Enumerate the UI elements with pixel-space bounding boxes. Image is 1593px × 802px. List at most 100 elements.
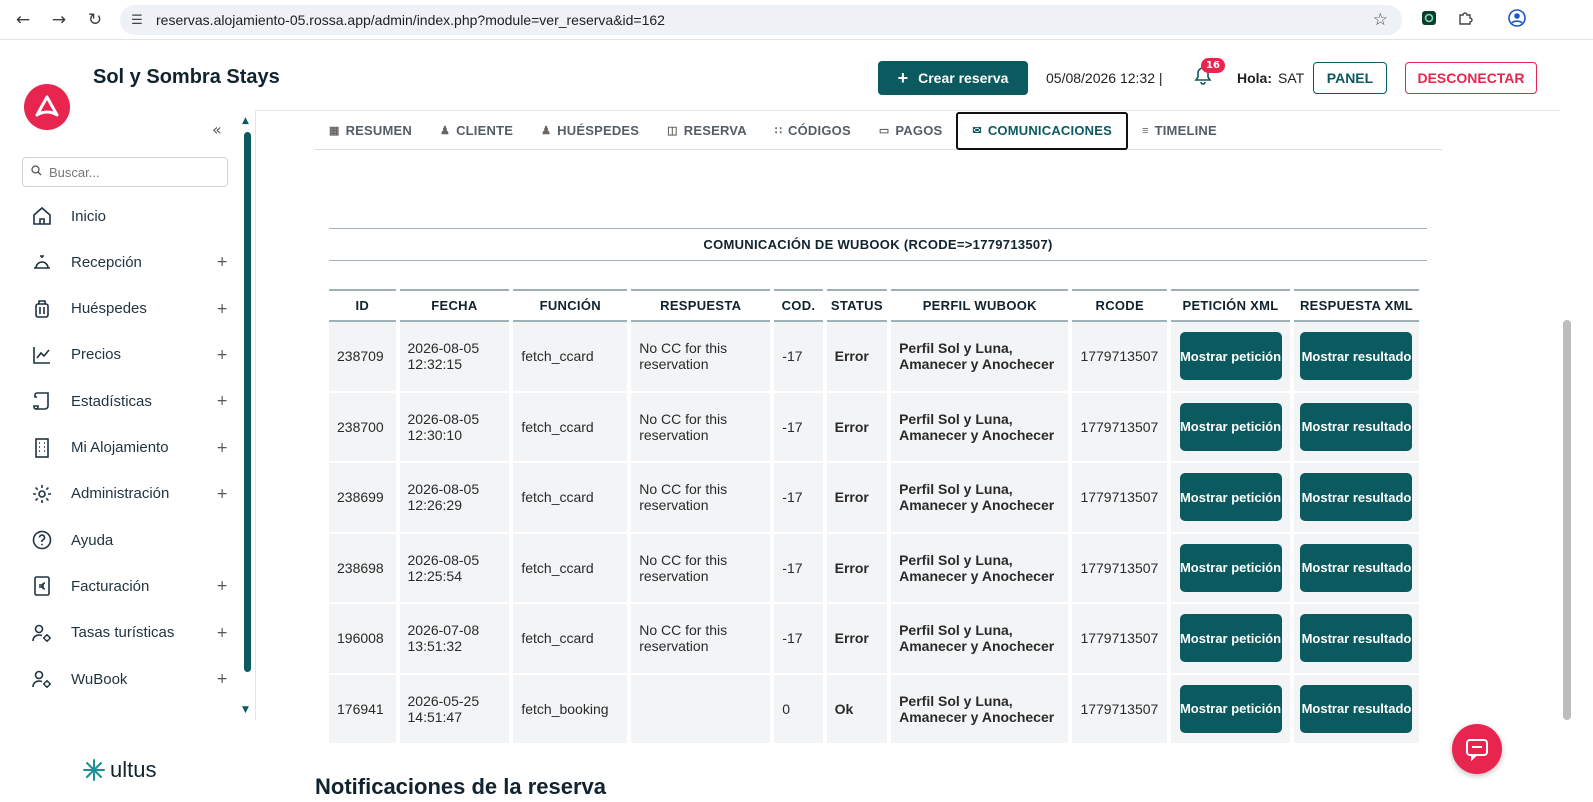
rcode-link[interactable]: 1779713507 xyxy=(1072,392,1168,463)
column-header[interactable]: RCODE xyxy=(1072,289,1168,322)
status-badge: Error xyxy=(826,392,888,463)
expand-plus-icon[interactable]: + xyxy=(216,671,228,687)
cell-request-xml: Mostrar petición xyxy=(1171,533,1290,604)
reservation-tabs: ▦ RESUMEN ♟ CLIENTE ♟ HUÉSPEDES ◫ RESERVA ∷ CÓDIG… xyxy=(315,111,1442,150)
expand-plus-icon[interactable]: + xyxy=(216,625,228,641)
sidebar-item-ayuda[interactable]: Ayuda xyxy=(28,525,228,555)
sidebar-scroll-down-icon[interactable]: ▼ xyxy=(242,705,249,715)
communications-title: COMUNICACIÓN DE WUBOOK (RCODE=>177971350… xyxy=(329,228,1427,261)
column-header[interactable]: RESPUESTA xyxy=(631,289,771,322)
sidebar-item-recepción[interactable]: Recepción + xyxy=(28,247,228,277)
site-settings-icon[interactable]: ☰ xyxy=(126,13,148,28)
sidebar-item-estadísticas[interactable]: Estadísticas + xyxy=(28,386,228,416)
cell-function: fetch_booking xyxy=(513,674,628,745)
tab-códigos[interactable]: ∷ CÓDIGOS xyxy=(761,112,865,150)
sidebar-item-administración[interactable]: Administración + xyxy=(28,479,228,509)
expand-plus-icon[interactable]: + xyxy=(216,486,228,502)
date-text: 2026-07-08 xyxy=(407,622,480,639)
column-header[interactable]: FECHA xyxy=(399,289,510,322)
tab-timeline[interactable]: ≡ TIMELINE xyxy=(1128,112,1231,150)
sidebar-item-precios[interactable]: Precios + xyxy=(28,340,228,370)
column-header[interactable]: RESPUESTA XML xyxy=(1293,289,1419,322)
sidebar-scroll-up-icon[interactable]: ▲ xyxy=(242,116,249,126)
building-icon xyxy=(28,436,56,460)
show-request-button[interactable]: Mostrar petición xyxy=(1179,473,1282,522)
forward-arrow-icon[interactable]: → xyxy=(46,7,72,33)
column-header[interactable]: COD. xyxy=(774,289,823,322)
rossa-logo-icon[interactable] xyxy=(24,84,70,130)
show-result-button[interactable]: Mostrar resultado xyxy=(1300,473,1413,522)
site-title: Sol y Sombra Stays xyxy=(93,66,280,88)
show-request-button[interactable]: Mostrar petición xyxy=(1179,402,1282,451)
expand-plus-icon[interactable]: + xyxy=(216,578,228,594)
back-arrow-icon[interactable]: ← xyxy=(10,7,36,33)
sidebar-item-mi-alojamiento[interactable]: Mi Alojamiento + xyxy=(28,433,228,463)
ultus-logo: ultus xyxy=(82,757,156,783)
show-result-button[interactable]: Mostrar resultado xyxy=(1300,543,1413,592)
column-header[interactable]: ID xyxy=(329,289,396,322)
rcode-link[interactable]: 1779713507 xyxy=(1072,533,1168,604)
page-scrollbar[interactable] xyxy=(1563,320,1571,720)
expand-plus-icon[interactable]: + xyxy=(216,301,228,317)
chat-button[interactable] xyxy=(1452,724,1502,774)
column-header[interactable]: PERFIL WUBOOK xyxy=(891,289,1069,322)
rcode-link[interactable]: 1779713507 xyxy=(1072,463,1168,534)
sidebar-search[interactable] xyxy=(22,157,228,187)
expand-plus-icon[interactable]: + xyxy=(216,254,228,270)
rcode-link[interactable]: 1779713507 xyxy=(1072,674,1168,745)
sidebar-item-tasas-turísticas[interactable]: Tasas turísticas + xyxy=(28,618,228,648)
column-header[interactable]: STATUS xyxy=(826,289,888,322)
sidebar-item-facturación[interactable]: Facturación + xyxy=(28,571,228,601)
cell-profile: Perfil Sol y Luna, Amanecer y Anochecer xyxy=(891,674,1069,745)
tab-label: RESUMEN xyxy=(345,123,413,138)
sidebar-item-wubook[interactable]: WuBook + xyxy=(28,664,228,694)
cell-function: fetch_ccard xyxy=(513,392,628,463)
bookmark-star-icon[interactable]: ☆ xyxy=(1373,10,1388,30)
tab-comunicaciones[interactable]: ✉ COMUNICACIONES xyxy=(956,111,1128,150)
puzzle-extensions-icon[interactable] xyxy=(1455,8,1475,28)
mail-icon: ✉ xyxy=(972,125,982,137)
show-request-button[interactable]: Mostrar petición xyxy=(1179,543,1282,592)
expand-plus-icon[interactable]: + xyxy=(216,393,228,409)
cell-code: -17 xyxy=(774,392,823,463)
address-bar[interactable]: ☰ reservas.alojamiento-05.rossa.app/admi… xyxy=(120,5,1402,35)
notifications-count-badge[interactable]: 16 xyxy=(1201,58,1225,73)
expand-plus-icon[interactable]: + xyxy=(216,347,228,363)
tab-reserva[interactable]: ◫ RESERVA xyxy=(653,112,761,150)
show-result-button[interactable]: Mostrar resultado xyxy=(1300,684,1413,733)
time-text: 12:26:29 xyxy=(407,497,463,514)
show-result-button[interactable]: Mostrar resultado xyxy=(1300,332,1413,381)
tab-label: RESERVA xyxy=(683,123,747,138)
column-header[interactable]: FUNCIÓN xyxy=(513,289,628,322)
show-result-button[interactable]: Mostrar resultado xyxy=(1300,614,1413,663)
rcode-link[interactable]: 1779713507 xyxy=(1072,322,1168,393)
url-text[interactable]: reservas.alojamiento-05.rossa.app/admin/… xyxy=(156,12,665,28)
tab-cliente[interactable]: ♟ CLIENTE xyxy=(426,112,527,150)
tab-resumen[interactable]: ▦ RESUMEN xyxy=(315,112,426,150)
reload-icon[interactable]: ↻ xyxy=(82,7,108,33)
cell-id: 176941 xyxy=(329,674,396,745)
profile-icon[interactable] xyxy=(1507,8,1527,28)
sidebar-item-label: Recepción xyxy=(71,253,142,271)
show-request-button[interactable]: Mostrar petición xyxy=(1179,614,1282,663)
scroll-icon xyxy=(28,389,56,413)
grid-icon: ▦ xyxy=(329,125,340,137)
extension-icon[interactable] xyxy=(1419,8,1439,28)
logout-button[interactable]: DESCONECTAR xyxy=(1405,62,1537,94)
expand-plus-icon[interactable]: + xyxy=(216,440,228,456)
sidebar-item-inicio[interactable]: Inicio xyxy=(28,201,228,231)
search-input[interactable] xyxy=(49,164,219,180)
rcode-link[interactable]: 1779713507 xyxy=(1072,604,1168,675)
sidebar-item-huéspedes[interactable]: Huéspedes + xyxy=(28,294,228,324)
show-result-button[interactable]: Mostrar resultado xyxy=(1300,402,1413,451)
column-header[interactable]: PETICIÓN XML xyxy=(1171,289,1290,322)
tab-huéspedes[interactable]: ♟ HUÉSPEDES xyxy=(527,112,653,150)
user-gear-icon xyxy=(28,621,56,645)
sidebar-scrollbar[interactable] xyxy=(244,132,251,672)
show-request-button[interactable]: Mostrar petición xyxy=(1179,684,1282,733)
show-request-button[interactable]: Mostrar petición xyxy=(1179,332,1282,381)
create-reservation-button[interactable]: + Crear reserva xyxy=(878,61,1028,95)
tab-pagos[interactable]: ▭ PAGOS xyxy=(865,112,957,150)
panel-button[interactable]: PANEL xyxy=(1313,62,1387,94)
collapse-sidebar-icon[interactable]: « xyxy=(212,120,222,139)
